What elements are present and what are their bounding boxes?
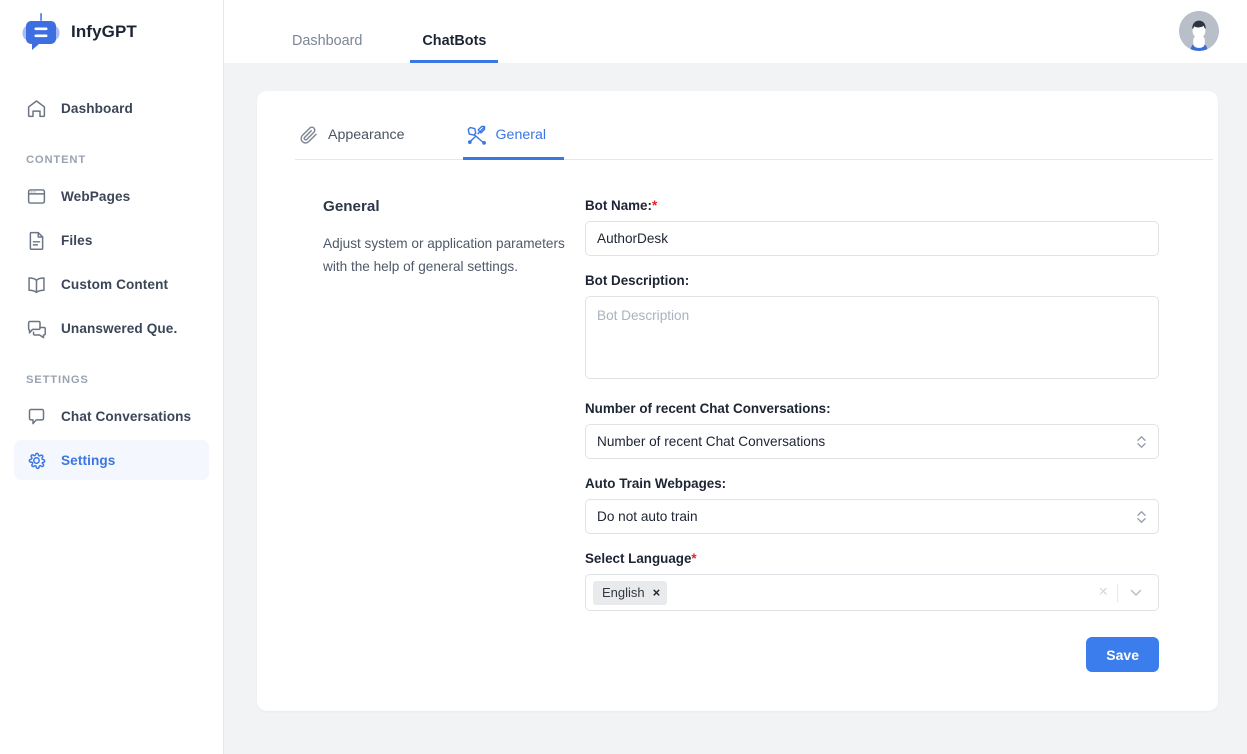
tab-appearance[interactable]: Appearance <box>295 125 423 160</box>
document-icon <box>26 230 47 251</box>
settings-body: General Adjust system or application par… <box>281 160 1194 672</box>
home-icon <box>26 98 47 119</box>
language-chip-english: English × <box>593 580 668 605</box>
select-language-label-text: Select Language <box>585 551 692 566</box>
recent-conversations-select[interactable]: Number of recent Chat Conversations <box>585 424 1159 459</box>
settings-card: Appearance General General Adjust system… <box>257 91 1218 711</box>
bot-description-textarea[interactable] <box>585 296 1159 379</box>
sidebar-nav: Dashboard CONTENT WebPages Files Custom … <box>0 88 223 480</box>
sidebar: InfyGPT Dashboard CONTENT WebPages Files… <box>0 0 224 754</box>
brand: InfyGPT <box>0 0 223 63</box>
sidebar-item-chat-conversations[interactable]: Chat Conversations <box>14 396 209 436</box>
bot-name-label: Bot Name:* <box>585 198 1159 213</box>
top-tabs: Dashboard ChatBots <box>224 33 534 63</box>
auto-train-label: Auto Train Webpages: <box>585 476 727 491</box>
sidebar-item-custom-content[interactable]: Custom Content <box>14 264 209 304</box>
sidebar-item-unanswered-questions[interactable]: Unanswered Que. <box>14 308 209 348</box>
bot-name-input[interactable] <box>585 221 1159 256</box>
language-chip-label: English <box>602 585 645 600</box>
auto-train-selectwrap: Do not auto train <box>585 499 1159 534</box>
avatar[interactable] <box>1179 11 1219 51</box>
section-description: General Adjust system or application par… <box>281 198 581 672</box>
recent-conversations-selectwrap: Number of recent Chat Conversations <box>585 424 1159 459</box>
main-area: Dashboard ChatBots Appearance General Ge… <box>224 0 1247 754</box>
bot-description-label: Bot Description: <box>585 273 690 288</box>
sidebar-item-label: Files <box>61 232 93 248</box>
field-bot-description: Bot Description: <box>585 273 1159 384</box>
sidebar-item-label: Settings <box>61 452 116 468</box>
form-actions: Save <box>585 637 1159 672</box>
select-language-label: Select Language* <box>585 551 1159 566</box>
brand-name: InfyGPT <box>71 21 137 41</box>
chevron-down-icon[interactable] <box>1118 585 1150 601</box>
tab-dashboard[interactable]: Dashboard <box>280 33 374 63</box>
sidebar-item-label: Dashboard <box>61 100 133 116</box>
sidebar-item-dashboard[interactable]: Dashboard <box>14 88 209 128</box>
sidebar-item-settings[interactable]: Settings <box>14 440 209 480</box>
open-book-icon <box>26 274 47 295</box>
paperclip-icon <box>299 125 319 145</box>
field-bot-name: Bot Name:* <box>585 198 1159 256</box>
page-body: Appearance General General Adjust system… <box>224 63 1247 754</box>
sidebar-item-label: Custom Content <box>61 276 169 292</box>
recent-conversations-label: Number of recent Chat Conversations: <box>585 401 831 416</box>
settings-form: Bot Name:* Bot Description: Number of re… <box>585 198 1159 672</box>
sidebar-item-label: Chat Conversations <box>61 408 192 424</box>
sidebar-item-label: WebPages <box>61 188 131 204</box>
field-recent-conversations: Number of recent Chat Conversations: Num… <box>585 401 1159 459</box>
sidebar-section-content: CONTENT <box>26 154 87 166</box>
multiselect-controls: × <box>1090 583 1150 602</box>
card-tab-label: Appearance <box>328 127 405 143</box>
required-marker: * <box>691 551 697 566</box>
language-multiselect[interactable]: English × × <box>585 574 1159 611</box>
sidebar-item-files[interactable]: Files <box>14 220 209 260</box>
bot-name-label-text: Bot Name: <box>585 198 652 213</box>
tab-chatbots[interactable]: ChatBots <box>410 33 499 63</box>
browser-window-icon <box>26 186 47 207</box>
sidebar-item-label: Unanswered Que. <box>61 320 178 336</box>
sidebar-section-settings: SETTINGS <box>26 374 89 386</box>
field-auto-train: Auto Train Webpages: Do not auto train <box>585 476 1159 534</box>
chatbot-logo-icon <box>22 12 60 52</box>
remove-chip-icon[interactable]: × <box>653 586 661 599</box>
clear-selection-icon[interactable]: × <box>1090 584 1117 601</box>
top-navbar: Dashboard ChatBots <box>224 0 1247 63</box>
section-title: General <box>323 198 380 215</box>
sidebar-item-webpages[interactable]: WebPages <box>14 176 209 216</box>
tools-icon <box>467 125 487 145</box>
required-marker: * <box>651 198 658 213</box>
save-button[interactable]: Save <box>1086 637 1159 672</box>
chat-bubble-icon <box>26 406 47 427</box>
tab-general[interactable]: General <box>462 125 564 160</box>
section-subtitle: Adjust system or application parameters … <box>323 236 565 275</box>
card-tab-label: General <box>495 127 546 143</box>
app-root: InfyGPT Dashboard CONTENT WebPages Files… <box>0 0 1247 754</box>
auto-train-select[interactable]: Do not auto train <box>585 499 1159 534</box>
card-tabs: Appearance General <box>295 91 1213 160</box>
gear-icon <box>26 450 47 471</box>
chat-bubbles-icon <box>26 318 47 339</box>
field-select-language: Select Language* English × × <box>585 551 1159 611</box>
